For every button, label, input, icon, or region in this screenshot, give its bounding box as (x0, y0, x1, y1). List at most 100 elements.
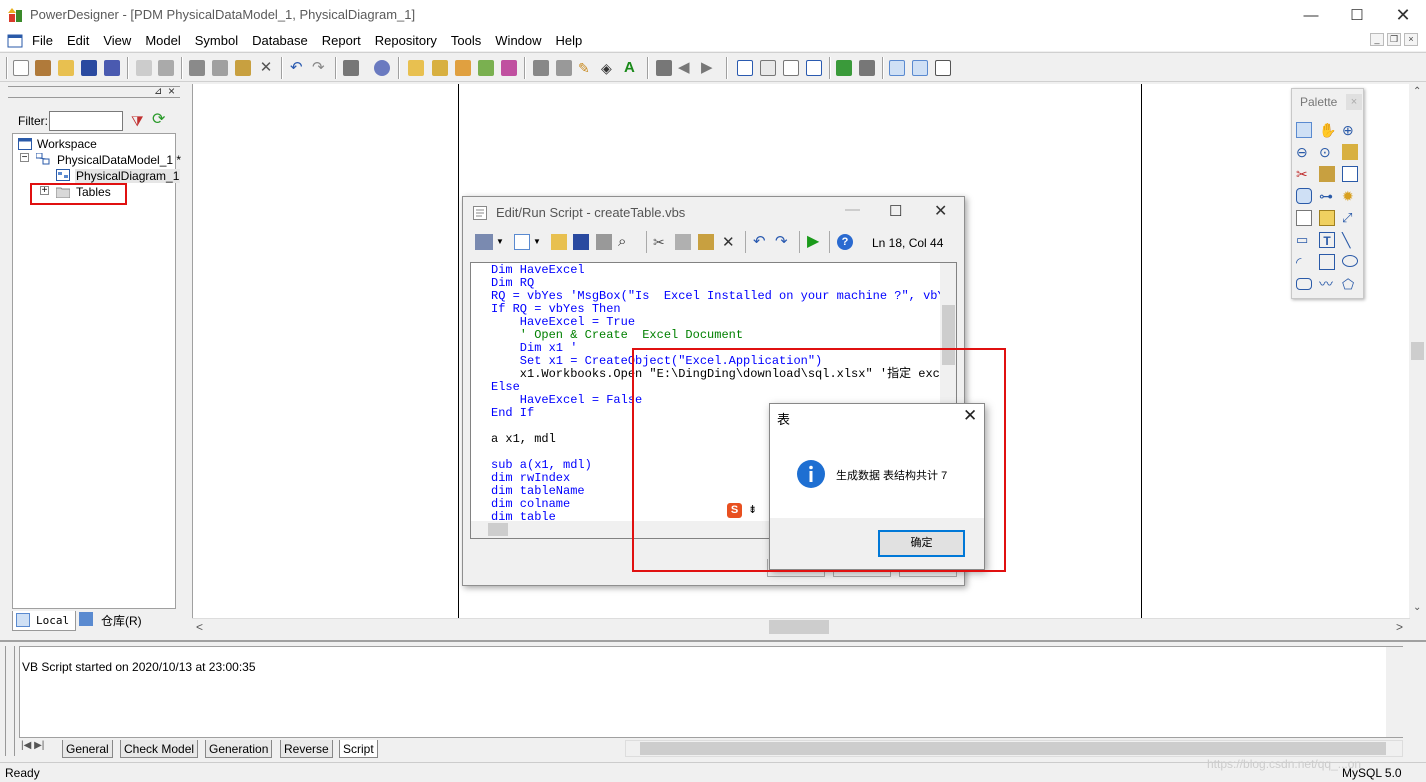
script-delete-icon[interactable]: ✕ (722, 233, 735, 251)
grabber-tool-icon[interactable]: ✋ (1319, 122, 1336, 138)
collapse-model-icon[interactable]: − (20, 153, 29, 163)
filter-input[interactable] (49, 111, 123, 131)
polygon-tool-icon[interactable]: ⬠ (1342, 276, 1358, 292)
menu-repository[interactable]: Repository (368, 30, 444, 51)
v-scroll-thumb[interactable] (1411, 342, 1424, 360)
result-list-icon[interactable] (455, 60, 471, 76)
zoom-out-tool-icon[interactable]: ⊖ (1296, 144, 1312, 160)
menu-model[interactable]: Model (138, 30, 187, 51)
paste-icon[interactable] (235, 60, 251, 76)
back-arrow-icon[interactable]: ◀ (678, 60, 694, 76)
toggle-results-icon[interactable] (935, 60, 951, 76)
menu-help[interactable]: Help (549, 30, 590, 51)
output-tab-nav[interactable]: |◀ ▶| (21, 740, 57, 756)
output-tab-script[interactable]: Script (339, 740, 378, 758)
tree-physical-data-model[interactable]: PhysicalDataModel_1 * (57, 153, 181, 167)
mdi-close-button[interactable]: × (1404, 33, 1418, 46)
print-icon[interactable] (158, 60, 174, 76)
ellipse-tool-icon[interactable] (1342, 255, 1358, 267)
script-redo-icon[interactable]: ↷ (775, 232, 788, 250)
script-dialog-maximize-button[interactable]: ☐ (889, 202, 902, 220)
new-icon[interactable] (13, 60, 29, 76)
canvas-vertical-scrollbar[interactable]: ⌃ ⌄ (1409, 84, 1426, 618)
format-icon[interactable] (556, 60, 572, 76)
script-print-icon[interactable] (596, 234, 612, 250)
menu-view[interactable]: View (96, 30, 138, 51)
menu-database[interactable]: Database (245, 30, 315, 51)
line-tool-icon[interactable]: ╲ (1342, 232, 1358, 248)
print-preview-icon[interactable] (136, 60, 152, 76)
script-dialog-minimize-button[interactable]: — (845, 201, 860, 218)
output-tab-general[interactable]: General (62, 740, 113, 758)
editor-h-scroll-thumb[interactable] (488, 523, 508, 536)
polyline-tool-icon[interactable]: 〰 (1319, 276, 1335, 292)
script-save-icon[interactable] (573, 234, 589, 250)
script-run-icon[interactable]: ▶ (807, 231, 819, 251)
open-view-tool-icon[interactable]: ⊙ (1319, 144, 1335, 160)
package-tool-icon[interactable] (1319, 166, 1335, 182)
rectangle-tool-icon[interactable] (1319, 254, 1335, 270)
close-button[interactable]: ✕ (1380, 0, 1426, 30)
delete-icon[interactable]: ✕ (258, 60, 274, 76)
view-3-icon[interactable] (783, 60, 799, 76)
canvas-horizontal-scrollbar[interactable]: < > (192, 618, 1410, 635)
output-icon[interactable] (432, 60, 448, 76)
arc-tool-icon[interactable]: ◜ (1296, 254, 1312, 270)
save-all-icon[interactable] (104, 60, 120, 76)
open-icon[interactable] (58, 60, 74, 76)
align-icon[interactable] (656, 60, 672, 76)
mdi-restore-button[interactable]: ❐ (1387, 33, 1401, 46)
script-help-icon[interactable]: ? (837, 234, 853, 250)
output-vertical-scrollbar[interactable] (1386, 647, 1403, 737)
panel-pin-icon[interactable]: ⊿ (154, 86, 162, 97)
script-dialog-close-button[interactable]: ✕ (934, 201, 947, 221)
browser-icon[interactable] (408, 60, 424, 76)
link-tool-icon[interactable]: ⤢ (1342, 210, 1358, 226)
toggle-browser-icon[interactable] (889, 60, 905, 76)
pointer-tool-icon[interactable] (1296, 122, 1312, 138)
cut-icon[interactable] (189, 60, 205, 76)
properties-icon[interactable] (343, 60, 359, 76)
menu-file[interactable]: File (25, 30, 60, 51)
copy-icon[interactable] (212, 60, 228, 76)
script-open-icon[interactable] (551, 234, 567, 250)
maximize-button[interactable]: ☐ (1334, 0, 1380, 30)
filter-refresh-icon[interactable]: ⟳ (152, 112, 165, 128)
font-icon[interactable]: A (624, 60, 640, 76)
tree-physical-diagram[interactable]: PhysicalDiagram_1 (75, 169, 181, 183)
fill-icon[interactable]: ◈ (601, 60, 617, 76)
shape-icon[interactable] (533, 60, 549, 76)
script-menu-icon[interactable] (475, 234, 493, 250)
output-horizontal-scrollbar[interactable] (625, 740, 1403, 757)
script-paste-icon[interactable] (698, 234, 714, 250)
zoom-fit-icon[interactable] (836, 60, 852, 76)
menu-symbol[interactable]: Symbol (188, 30, 245, 51)
zoom-in-tool-icon[interactable]: ⊕ (1342, 122, 1358, 138)
panel-close-icon[interactable]: × (168, 84, 175, 98)
script-cut-icon[interactable]: ✂ (653, 234, 665, 251)
output-tab-generation[interactable]: Generation (205, 740, 273, 758)
output-tab-check-model[interactable]: Check Model (120, 740, 199, 758)
menu-window[interactable]: Window (488, 30, 548, 51)
properties-tool-icon[interactable] (1342, 144, 1358, 160)
view-tool-icon[interactable] (1296, 188, 1312, 204)
mdi-minimize-button[interactable]: _ (1370, 33, 1384, 46)
check-model-icon[interactable] (374, 60, 390, 76)
new-project-icon[interactable] (35, 60, 51, 76)
procedure-tool-icon[interactable]: ✹ (1342, 188, 1358, 204)
grid-icon[interactable] (859, 60, 875, 76)
delete-tool-icon[interactable]: ✂ (1296, 166, 1312, 182)
refresh-icon[interactable] (478, 60, 494, 76)
script-undo-icon[interactable]: ↶ (753, 232, 766, 250)
report-icon[interactable] (501, 60, 517, 76)
h-scroll-thumb[interactable] (769, 620, 829, 634)
output-tab-reverse[interactable]: Reverse (280, 740, 333, 758)
undo-icon[interactable]: ↶ (290, 60, 306, 76)
view-4-icon[interactable] (806, 60, 822, 76)
script-copy-icon[interactable] (675, 234, 691, 250)
output-h-scroll-thumb[interactable] (640, 742, 1386, 755)
menu-report[interactable]: Report (315, 30, 368, 51)
mdi-child-icon[interactable] (7, 33, 23, 49)
tree-workspace[interactable]: Workspace (37, 137, 97, 151)
filter-clear-icon[interactable]: ⧩ (131, 114, 144, 128)
